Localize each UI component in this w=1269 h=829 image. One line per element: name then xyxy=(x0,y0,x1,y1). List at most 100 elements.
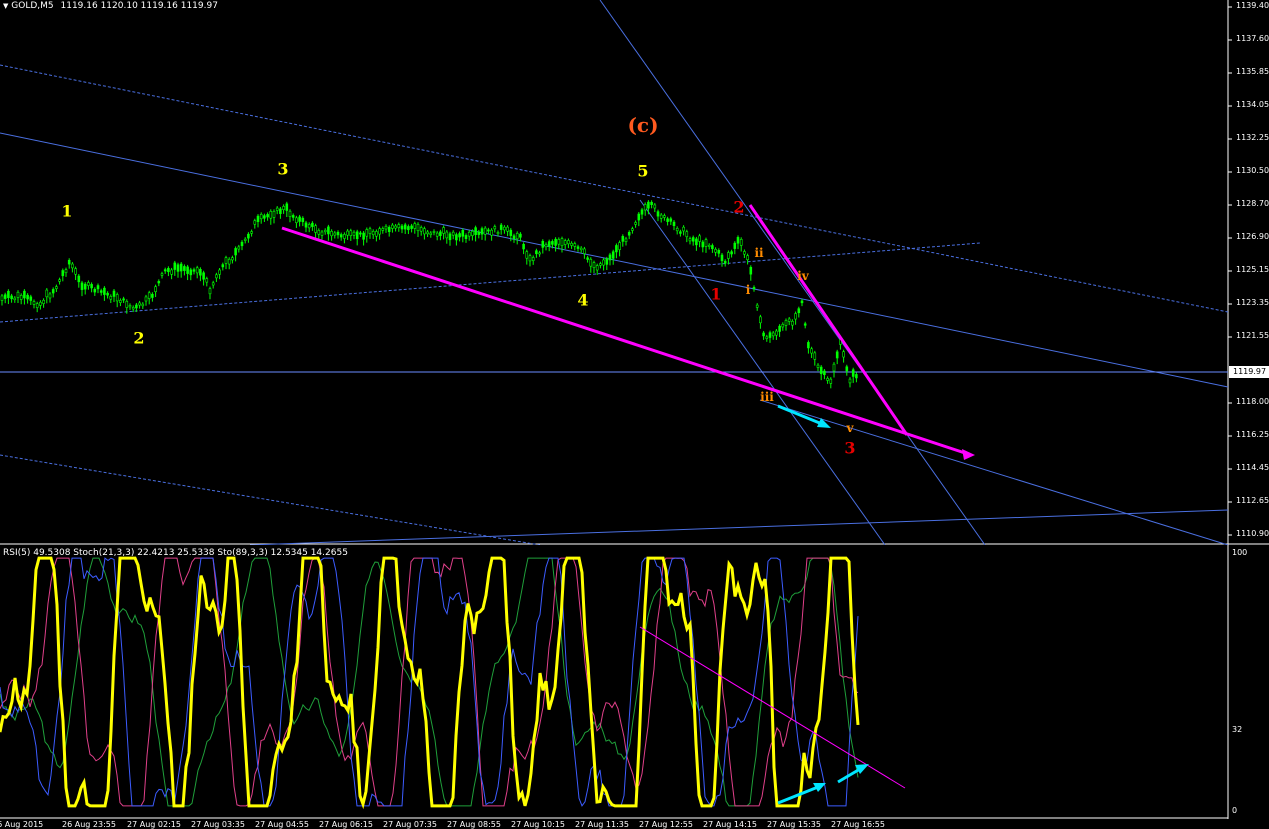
price-tick: 1116.25 xyxy=(1236,430,1269,439)
price-chart-pane[interactable]: ▼ GOLD,M5 1119.16 1120.10 1119.16 1119.9… xyxy=(0,0,1269,545)
candle-body xyxy=(419,227,423,232)
candle-body xyxy=(67,259,71,265)
price-tick: 1134.05 xyxy=(1236,100,1269,109)
wave-label-yellow-4: 4 xyxy=(577,290,589,310)
candle-body xyxy=(176,264,180,272)
candle-body xyxy=(819,366,823,375)
price-chart-canvas[interactable] xyxy=(0,0,1269,545)
time-tick: 26 Aug 2015 xyxy=(0,820,44,829)
candle-body xyxy=(589,258,593,267)
chart-header: ▼ GOLD,M5 1119.16 1120.10 1119.16 1119.9… xyxy=(3,1,218,11)
price-tick: 1123.35 xyxy=(1236,298,1269,307)
candle-body xyxy=(653,204,657,209)
candle-body xyxy=(304,222,308,228)
candle-body xyxy=(384,225,388,230)
candle-body xyxy=(583,248,586,254)
candle-body xyxy=(829,378,833,384)
candle-body xyxy=(669,218,673,222)
candle-body xyxy=(483,227,487,235)
candle-body xyxy=(263,215,266,219)
candle-body xyxy=(563,240,567,245)
candle-body xyxy=(743,251,746,255)
candle-body xyxy=(211,282,215,286)
candle-body xyxy=(544,244,548,248)
candle-body xyxy=(167,267,170,273)
wave-label-red-3: 3 xyxy=(844,438,856,458)
time-tick: 26 Aug 23:55 xyxy=(62,820,116,829)
rsi-line xyxy=(0,556,860,810)
candle-body xyxy=(746,255,749,261)
candlestick-series xyxy=(0,200,858,389)
candle-body xyxy=(218,269,221,275)
candle-body xyxy=(192,269,196,272)
wave-label-red-2: 2 xyxy=(733,197,745,217)
candle-body xyxy=(128,305,132,308)
candle-body xyxy=(781,324,785,328)
indicator-title: RSI(5) 49.5308 Stoch(21,3,3) 22.4213 25.… xyxy=(3,548,348,558)
candle-body xyxy=(320,231,324,236)
candle-body xyxy=(605,258,609,265)
candle-body xyxy=(579,247,583,251)
candle-body xyxy=(695,238,698,246)
candle-body xyxy=(807,342,810,349)
indicator-canvas[interactable] xyxy=(0,545,1269,819)
candle-body xyxy=(205,278,209,283)
candle-body xyxy=(576,246,580,249)
candle-body xyxy=(787,318,791,322)
candle-body xyxy=(522,243,525,250)
candle-body xyxy=(112,290,116,297)
candle-body xyxy=(7,290,10,299)
candle-body xyxy=(723,260,727,264)
candle-body xyxy=(794,313,797,320)
candle-body xyxy=(691,237,695,242)
candle-body xyxy=(362,232,365,240)
candle-body xyxy=(291,215,295,218)
candle-body xyxy=(51,289,55,294)
candle-body xyxy=(282,206,285,210)
candle-body xyxy=(698,235,701,242)
candle-body xyxy=(647,201,650,209)
time-tick: 27 Aug 16:55 xyxy=(831,820,885,829)
candle-body xyxy=(442,227,445,234)
candle-body xyxy=(474,227,477,236)
candle-body xyxy=(791,320,794,326)
candle-body xyxy=(381,228,385,231)
time-tick: 27 Aug 06:15 xyxy=(319,820,373,829)
wave-label-minor-ii: ii xyxy=(754,246,764,260)
candle-body xyxy=(183,266,186,271)
wave-label-yellow-1: 1 xyxy=(61,201,73,221)
candle-body xyxy=(234,248,237,256)
candle-body xyxy=(240,241,244,247)
candle-body xyxy=(538,252,541,255)
candle-body xyxy=(391,224,394,229)
candle-body xyxy=(426,231,429,235)
candle-body xyxy=(352,231,356,236)
candle-body xyxy=(336,231,340,236)
candle-body xyxy=(461,230,465,237)
candle-body xyxy=(202,272,205,280)
candle-body xyxy=(816,364,820,368)
candle-body xyxy=(343,234,346,239)
candle-body xyxy=(215,274,218,279)
candle-body xyxy=(493,226,497,230)
candle-body xyxy=(714,249,717,253)
candle-body xyxy=(509,229,513,236)
candle-body xyxy=(496,232,500,235)
candle-body xyxy=(730,251,733,255)
candle-body xyxy=(90,284,93,289)
time-tick: 27 Aug 02:15 xyxy=(127,820,181,829)
candle-body xyxy=(439,231,442,236)
candle-body xyxy=(618,242,621,250)
triangle-down-icon[interactable]: ▼ xyxy=(3,2,8,10)
candle-body xyxy=(663,215,666,218)
candle-body xyxy=(61,270,65,277)
candle-body xyxy=(189,269,193,276)
indicator-pane[interactable]: RSI(5) 49.5308 Stoch(21,3,3) 22.4213 25.… xyxy=(0,545,1269,819)
candle-body xyxy=(317,230,321,235)
candle-body xyxy=(221,264,225,268)
candle-body xyxy=(253,220,257,225)
candle-body xyxy=(480,228,484,235)
price-tick: 1126.90 xyxy=(1236,232,1269,241)
candle-body xyxy=(3,294,7,299)
candle-body xyxy=(727,252,730,259)
